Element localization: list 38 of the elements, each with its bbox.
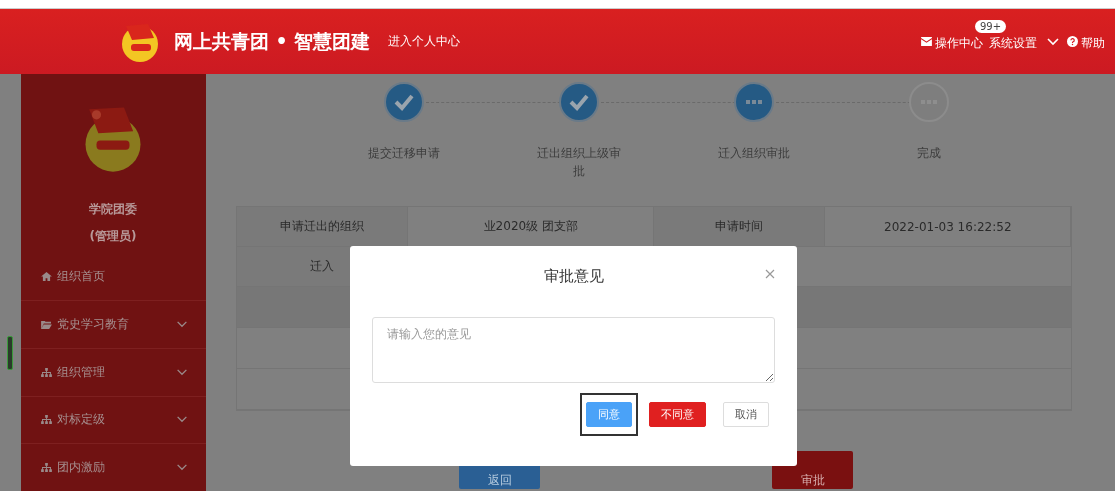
- site-title: 网上共青团 • 智慧团建: [174, 28, 371, 54]
- help-icon: [1067, 36, 1078, 47]
- step-label: 完成: [915, 145, 942, 162]
- step-label: 迁入组织审批: [716, 145, 791, 162]
- nav-link[interactable]: 帮助: [1081, 35, 1105, 50]
- step-label: 提交迁移申请: [366, 145, 441, 162]
- check-icon: [383, 82, 424, 122]
- sitemap-icon: [40, 367, 52, 377]
- side-handle[interactable]: [7, 336, 13, 370]
- sidebar-item[interactable]: 组织首页: [20, 253, 206, 302]
- agree-button[interactable]: 同意: [586, 402, 632, 427]
- ellipsis-icon: [908, 82, 949, 122]
- disagree-button[interactable]: 不同意: [649, 402, 706, 427]
- ellipsis-icon: [733, 82, 774, 122]
- mail-icon: [921, 37, 932, 46]
- cancel-button[interactable]: 取消: [723, 402, 769, 427]
- nav-link[interactable]: 操作中心: [935, 35, 983, 50]
- check-icon: [558, 82, 599, 122]
- organization-name: 学院团委: [89, 201, 138, 219]
- table-cell: 2022-01-03 16:22:52: [825, 207, 1072, 246]
- sitemap-icon: [40, 415, 52, 425]
- sidebar-item[interactable]: 党史学习教育: [20, 301, 206, 349]
- dialog-title: 审批意见: [543, 266, 604, 286]
- close-icon[interactable]: [765, 269, 775, 279]
- user-role: (管理员): [89, 228, 137, 246]
- sidebar-item[interactable]: 组织管理: [20, 348, 206, 397]
- sitemap-icon: [40, 463, 52, 473]
- sidebar-item[interactable]: 对标定级: [20, 396, 206, 445]
- notification-badge: 99+: [975, 19, 1007, 33]
- table-cell: 申请迁出的组织: [237, 207, 409, 246]
- opinion-field[interactable]: 请输入您的意见: [372, 317, 775, 383]
- home-icon: [40, 272, 52, 282]
- folder-icon: [40, 319, 52, 329]
- sidebar-item[interactable]: 团内激励: [20, 444, 206, 491]
- table-cell: 申请时间: [654, 207, 826, 246]
- chevron-down-icon: [1047, 37, 1059, 46]
- personal-center-link[interactable]: 进入个人中心: [388, 33, 461, 50]
- nav-link[interactable]: 系统设置: [989, 35, 1037, 50]
